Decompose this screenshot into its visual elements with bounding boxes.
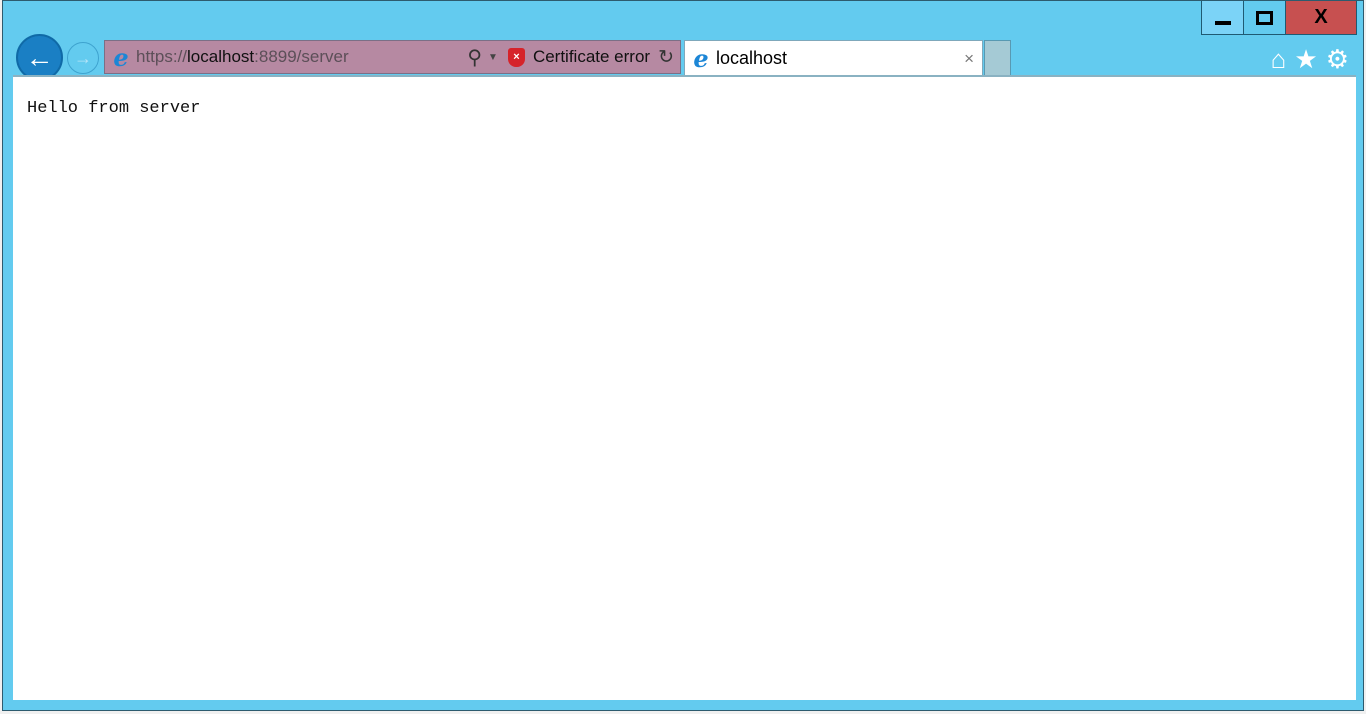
url-host: localhost (187, 47, 255, 66)
refresh-icon[interactable]: ↻ (658, 46, 674, 69)
maximize-button[interactable] (1244, 1, 1286, 34)
ie-icon: e (693, 44, 709, 73)
home-icon[interactable]: ⌂ (1271, 44, 1287, 75)
dropdown-icon[interactable]: ▼ (488, 52, 498, 63)
gear-icon[interactable]: ⚙ (1326, 44, 1349, 75)
page-text: Hello from server (27, 99, 201, 118)
certificate-error-icon[interactable]: × (507, 47, 525, 67)
minimize-icon (1214, 20, 1231, 25)
new-tab-button[interactable] (984, 40, 1011, 76)
back-button[interactable]: ← (16, 34, 63, 81)
toolbar-icons: ⌂ ★ ⚙ (1271, 44, 1349, 75)
forward-arrow-icon: → (74, 47, 92, 68)
search-icon[interactable]: ⚲ (467, 45, 482, 70)
tab-close-icon[interactable]: × (964, 49, 974, 69)
minimize-button[interactable] (1202, 1, 1244, 34)
url-scheme: https:// (136, 47, 188, 66)
address-bar[interactable]: e https://localhost:8899/server ⚲ ▼ × Ce… (104, 40, 681, 74)
window-controls: X (1201, 1, 1357, 35)
close-button[interactable]: X (1286, 1, 1356, 34)
tab-title: localhost (716, 48, 788, 68)
certificate-error-button[interactable]: Certificate error (533, 47, 650, 67)
back-arrow-icon: ← (25, 41, 54, 73)
ie-icon: e (113, 42, 129, 72)
favorites-star-icon[interactable]: ★ (1294, 44, 1317, 75)
tab-localhost[interactable]: e localhost × (684, 40, 983, 76)
browser-window: X ← → e https://localhost:8899/server ⚲ … (2, 0, 1364, 711)
page-content: Hello from server (13, 75, 1356, 700)
forward-button[interactable]: → (67, 42, 99, 74)
url-path: :8899/server (254, 47, 349, 66)
maximize-icon (1256, 10, 1273, 25)
